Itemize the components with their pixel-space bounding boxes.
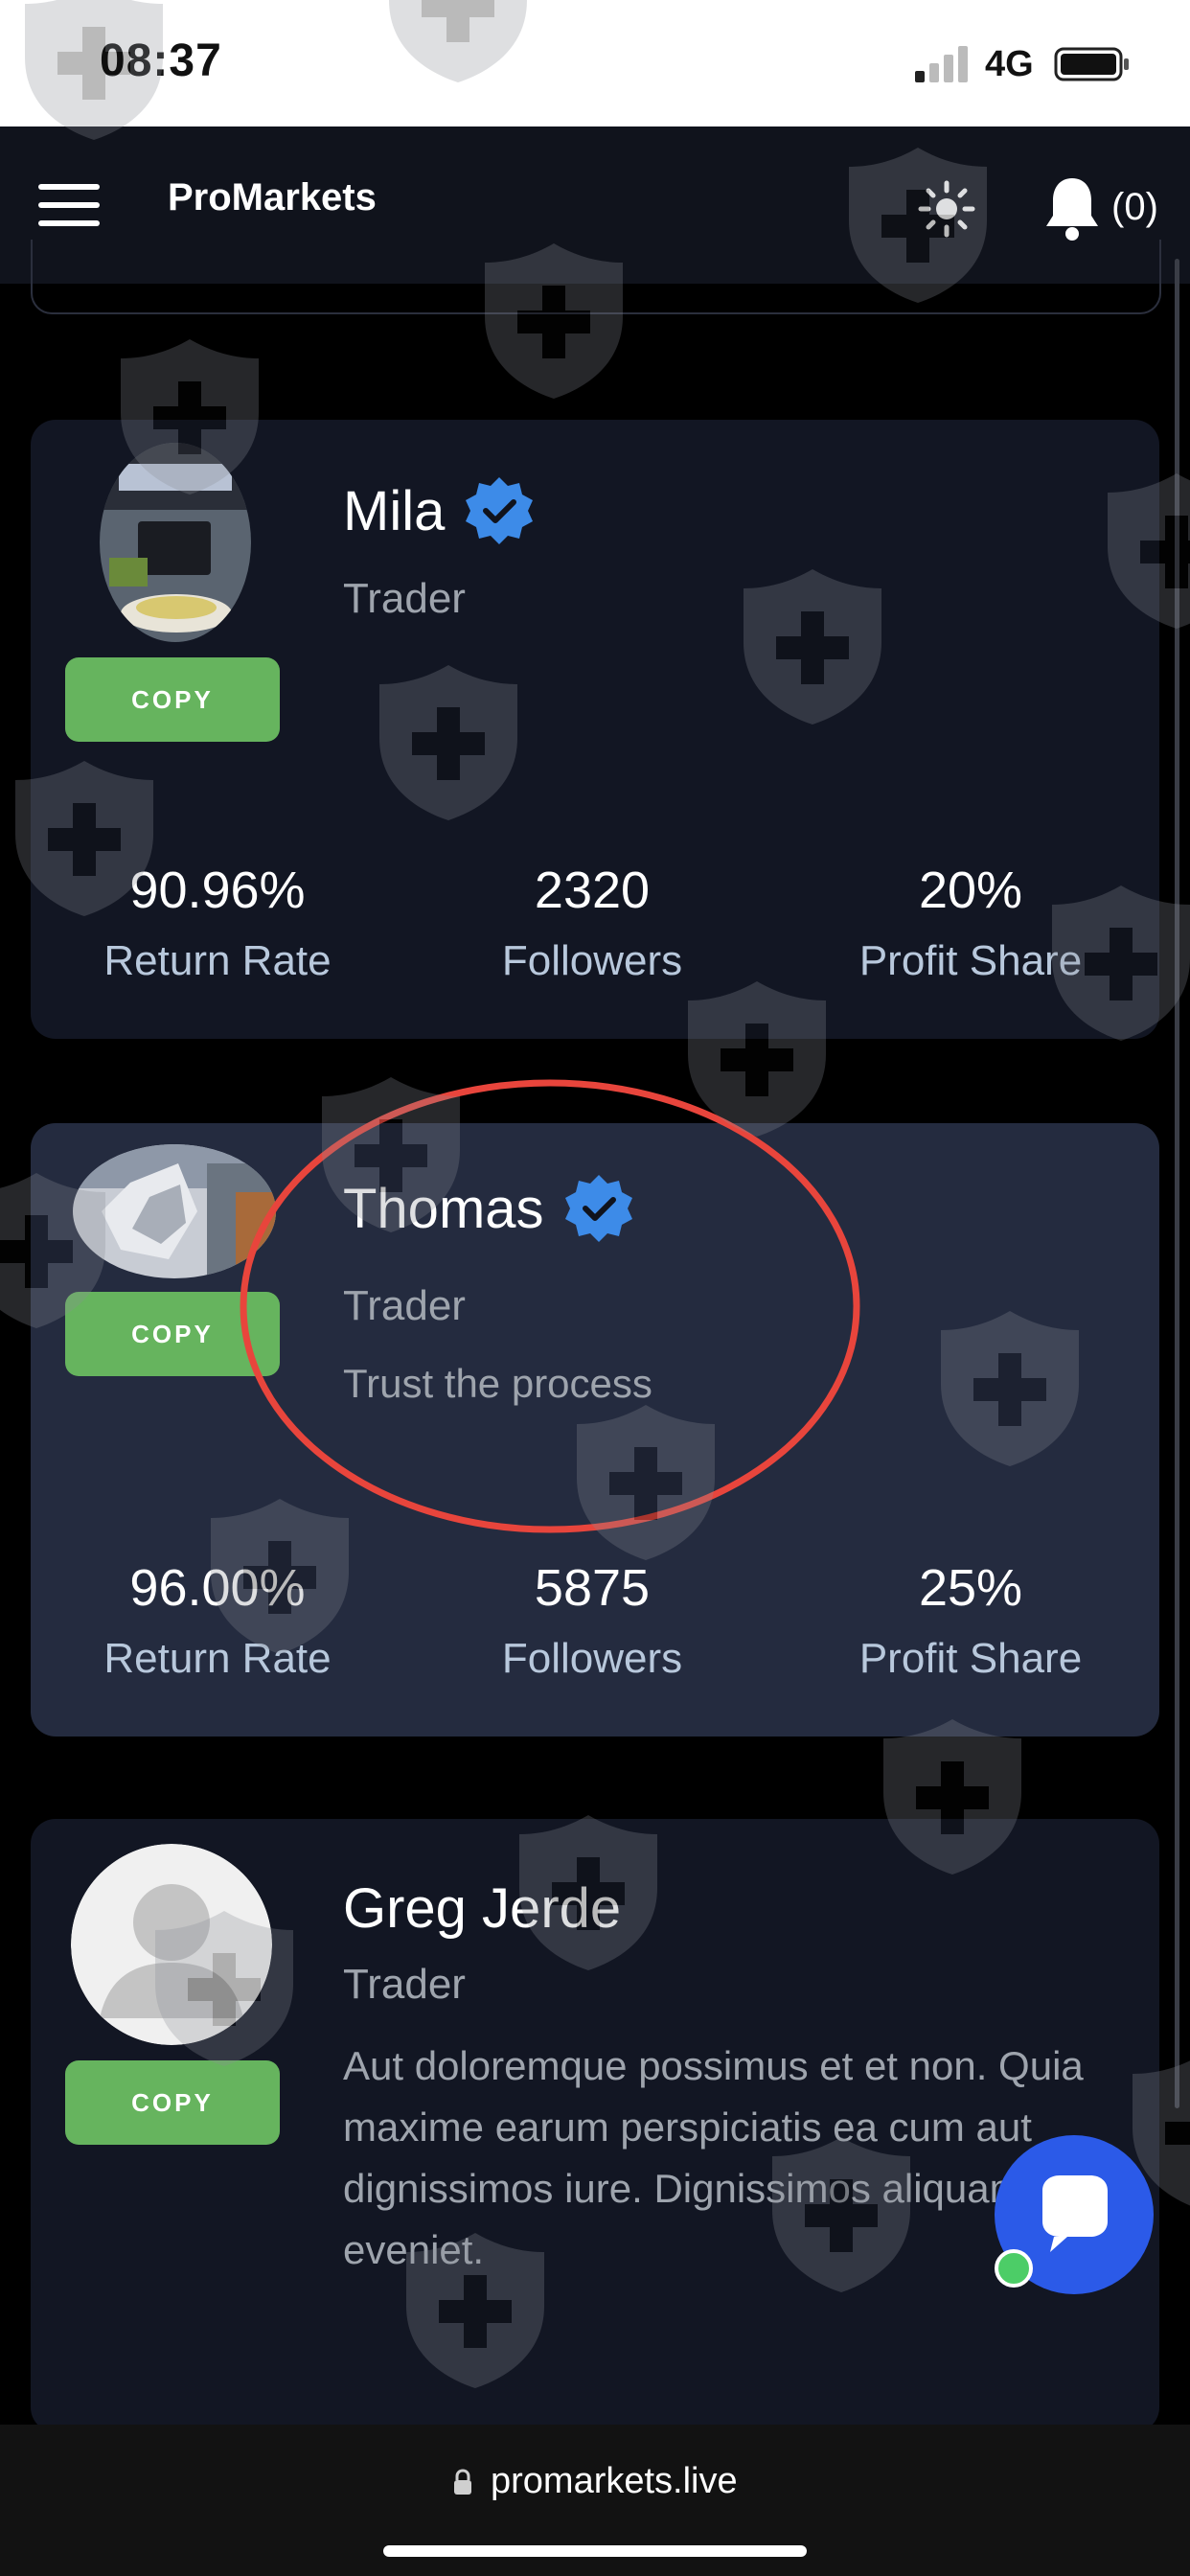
trader-role: Trader (343, 1282, 466, 1329)
previous-card-edge (31, 240, 1161, 314)
stat-label: Return Rate (103, 937, 332, 984)
notification-count[interactable]: (0) (1111, 186, 1158, 229)
battery-icon (1054, 47, 1129, 81)
avatar (100, 443, 251, 642)
stat-label: Followers (501, 937, 683, 984)
stat-label: Return Rate (103, 1635, 332, 1682)
stat-label: Profit Share (858, 937, 1083, 984)
trader-name-row: Mila (343, 475, 535, 546)
stat-value: 90.96% (129, 862, 306, 919)
bell-icon[interactable] (1042, 174, 1102, 242)
trader-role: Trader (343, 1961, 466, 2008)
brand-title[interactable]: ProMarkets (168, 176, 377, 219)
sun-icon[interactable] (918, 180, 975, 238)
stat-return-rate: 96.00% Return Rate (45, 1558, 390, 1683)
signal-icon (915, 46, 968, 82)
online-status-dot (995, 2249, 1033, 2288)
verified-badge-icon (466, 477, 534, 544)
trader-name-row: Greg Jerde (343, 1876, 621, 1941)
copy-button[interactable]: COPY (65, 657, 280, 742)
stat-label: Followers (501, 1635, 683, 1682)
stat-value: 2320 (534, 862, 651, 919)
avatar (73, 1144, 276, 1278)
verified-badge-icon (564, 1175, 632, 1242)
trader-name-row: Thomas (343, 1173, 634, 1244)
trader-card-thomas[interactable]: COPY Thomas Trader Trust the process 96.… (31, 1123, 1159, 1736)
stat-followers: 5875 Followers (420, 1558, 765, 1683)
home-indicator[interactable] (383, 2545, 807, 2557)
stat-value: 5875 (534, 1559, 651, 1617)
trader-bio: Trust the process (343, 1361, 652, 1406)
scrollbar[interactable] (1175, 259, 1179, 2108)
copy-button[interactable]: COPY (65, 2060, 280, 2145)
stat-followers: 2320 Followers (420, 861, 765, 985)
stat-return-rate: 90.96% Return Rate (45, 861, 390, 985)
copy-button[interactable]: COPY (65, 1292, 280, 1376)
default-avatar-icon (71, 1844, 272, 2045)
trader-name[interactable]: Greg Jerde (343, 1876, 621, 1941)
url-text[interactable]: promarkets.live (491, 2461, 738, 2502)
status-bar: 08:37 4G (0, 0, 1190, 126)
trader-role: Trader (343, 575, 466, 622)
trader-name[interactable]: Thomas (343, 1177, 544, 1241)
trader-card-mila[interactable]: COPY Mila Trader 90.96% Return Rate 2320… (31, 420, 1159, 1039)
lock-icon (454, 2469, 471, 2495)
stat-label: Profit Share (858, 1635, 1083, 1682)
status-time: 08:37 (100, 35, 222, 86)
stat-value: 96.00% (129, 1559, 306, 1617)
stat-value: 20% (918, 862, 1023, 919)
trader-card-greg-jerde[interactable]: COPY Greg Jerde Trader Aut doloremque po… (31, 1819, 1159, 2432)
stat-profit-share: 20% Profit Share (798, 861, 1143, 985)
network-type: 4G (985, 44, 1034, 84)
stat-value: 25% (918, 1559, 1023, 1617)
browser-url-bar[interactable]: promarkets.live (0, 2425, 1190, 2576)
trader-name[interactable]: Mila (343, 479, 445, 543)
hamburger-icon[interactable] (38, 184, 100, 226)
stat-profit-share: 25% Profit Share (798, 1558, 1143, 1683)
